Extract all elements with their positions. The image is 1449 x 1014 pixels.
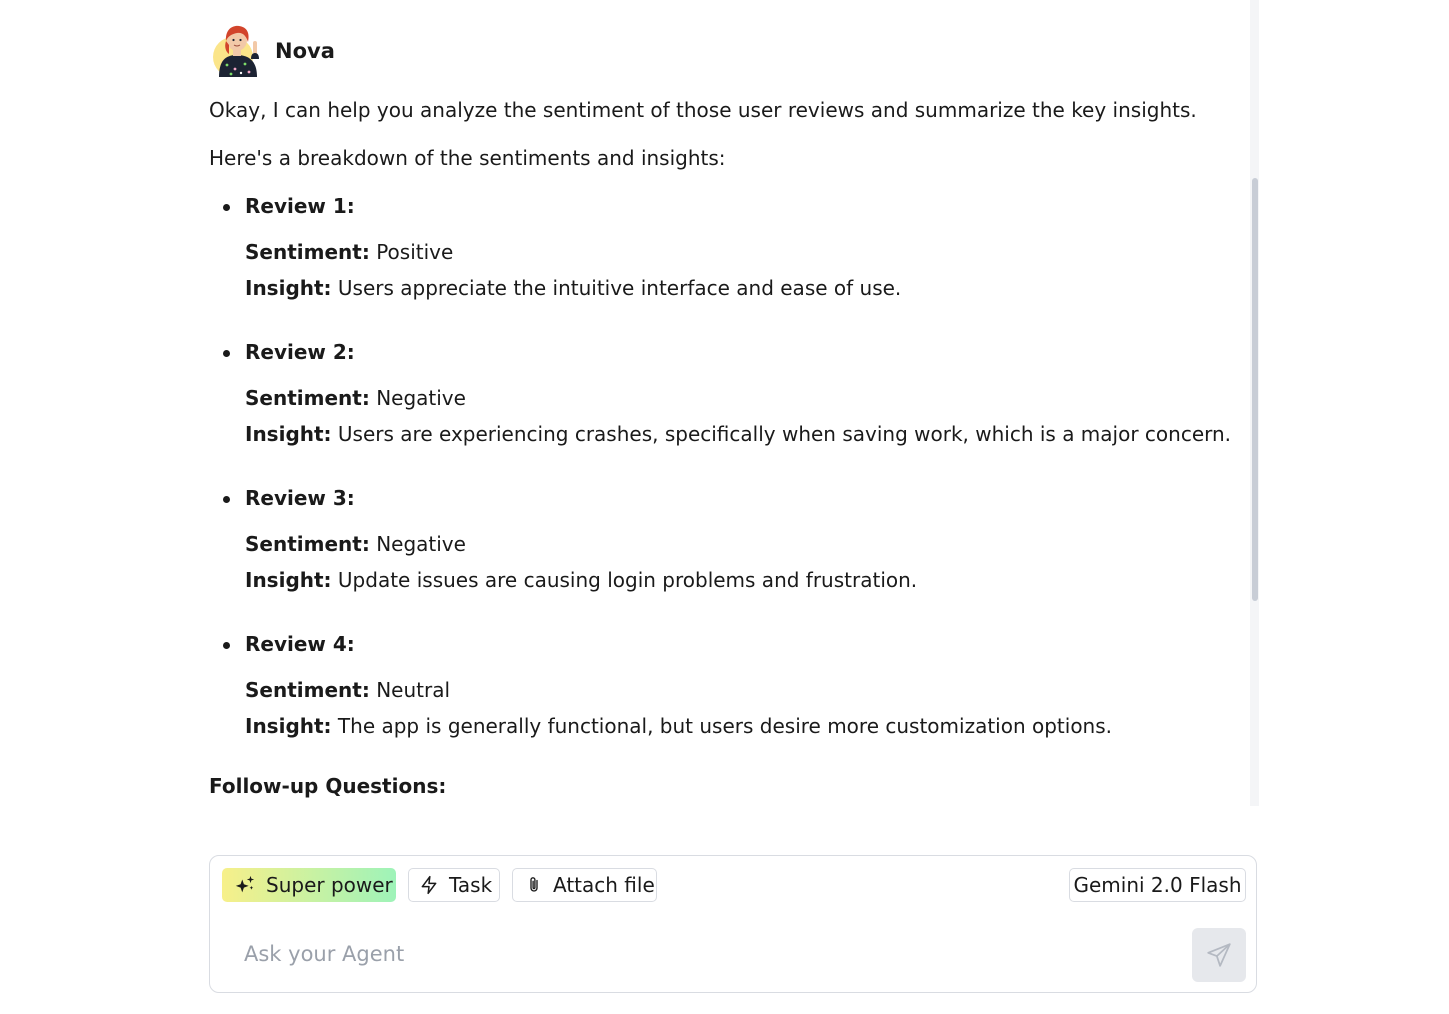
bullet-icon (223, 496, 230, 503)
review-title: Review 4: (245, 632, 355, 656)
sentiment-value: Negative (376, 532, 466, 556)
sentiment-line: Sentiment: Neutral (245, 672, 1239, 708)
review-title: Review 3: (245, 486, 355, 510)
bullet-icon (223, 350, 230, 357)
insight-label: Insight: (245, 714, 332, 738)
attach-file-button[interactable]: Attach file (512, 868, 657, 902)
insight-value: Update issues are causing login problems… (337, 568, 918, 592)
sentiment-value: Negative (376, 386, 466, 410)
avatar-illustration-icon (213, 25, 259, 77)
review-title: Review 1: (245, 194, 355, 218)
insight-value: The app is generally functional, but use… (337, 714, 1113, 738)
sentiment-label: Sentiment: (245, 678, 370, 702)
sentiment-value: Positive (376, 240, 454, 264)
send-icon (1207, 943, 1231, 967)
sentiment-value: Neutral (376, 678, 451, 702)
sentiment-label: Sentiment: (245, 240, 370, 264)
insight-value: Users appreciate the intuitive interface… (337, 276, 902, 300)
insight-line: Insight: Users are experiencing crashes,… (245, 416, 1239, 452)
insight-line: Insight: Update issues are causing login… (245, 562, 1239, 598)
sparkles-icon (235, 875, 255, 893)
review-list: Review 1: Sentiment: Positive Insight: U… (209, 192, 1239, 744)
send-button[interactable] (1192, 928, 1246, 982)
ask-agent-input[interactable] (244, 936, 1144, 972)
sentiment-line: Sentiment: Negative (245, 526, 1239, 562)
paperclip-icon (530, 877, 538, 892)
lightning-icon (421, 875, 437, 895)
task-label: Task (449, 873, 493, 897)
insight-label: Insight: (245, 276, 332, 300)
agent-name: Nova (275, 39, 335, 63)
list-item: Review 4: Sentiment: Neutral Insight: Th… (209, 630, 1239, 744)
breakdown-intro: Here's a breakdown of the sentiments and… (209, 146, 726, 170)
chat-area: Nova Okay, I can help you analyze the se… (0, 0, 1449, 806)
attach-file-label: Attach file (553, 873, 655, 897)
list-item: Review 1: Sentiment: Positive Insight: U… (209, 192, 1239, 306)
agent-message: Nova Okay, I can help you analyze the se… (209, 22, 1239, 800)
insight-line: Insight: The app is generally functional… (245, 708, 1239, 744)
task-button[interactable]: Task (408, 868, 500, 902)
sentiment-line: Sentiment: Positive (245, 234, 1239, 270)
scrollbar-thumb[interactable] (1252, 178, 1258, 601)
sentiment-label: Sentiment: (245, 532, 370, 556)
chat-composer: Super power Task Attach file Gemini 2.0 … (209, 855, 1257, 993)
insight-label: Insight: (245, 422, 332, 446)
message-sender: Nova (211, 22, 1239, 78)
followup-heading: Follow-up Questions: (209, 774, 447, 798)
review-title: Review 2: (245, 340, 355, 364)
insight-label: Insight: (245, 568, 332, 592)
sentiment-label: Sentiment: (245, 386, 370, 410)
super-power-label: Super power (266, 873, 393, 897)
model-label: Gemini 2.0 Flash (1073, 873, 1242, 897)
insight-value: Users are experiencing crashes, specific… (337, 422, 1232, 446)
message-intro: Okay, I can help you analyze the sentime… (209, 98, 1197, 122)
bullet-icon (223, 204, 230, 211)
list-item: Review 2: Sentiment: Negative Insight: U… (209, 338, 1239, 452)
sentiment-line: Sentiment: Negative (245, 380, 1239, 416)
insight-line: Insight: Users appreciate the intuitive … (245, 270, 1239, 306)
model-selector[interactable]: Gemini 2.0 Flash (1069, 868, 1246, 902)
bullet-icon (223, 642, 230, 649)
list-item: Review 3: Sentiment: Negative Insight: U… (209, 484, 1239, 598)
super-power-button[interactable]: Super power (222, 868, 396, 902)
